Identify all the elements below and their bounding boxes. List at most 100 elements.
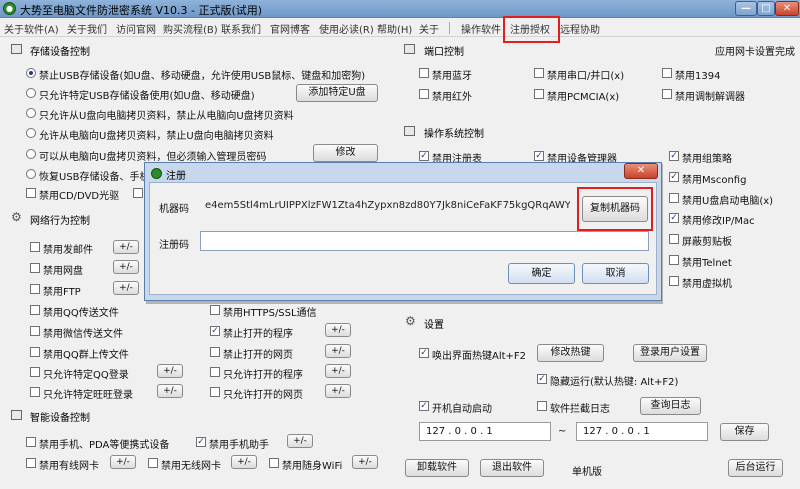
menu-about[interactable]: 关于: [419, 21, 439, 36]
autostart-checkbox[interactable]: ✓: [419, 401, 429, 411]
net-label-qq-group: 禁用QQ群上传文件: [43, 350, 129, 361]
storage-radio-restore[interactable]: [26, 169, 36, 179]
background-run-button[interactable]: 后台运行: [728, 459, 783, 477]
cd-dvd-checkbox[interactable]: [26, 188, 36, 198]
net-pm-email[interactable]: +/-: [113, 240, 139, 254]
machine-code-label: 机器码: [159, 204, 189, 215]
modify-hotkey-button[interactable]: 修改热键: [537, 344, 604, 362]
menu-operate[interactable]: 操作软件: [461, 21, 501, 36]
storage-extra-checkbox[interactable]: [133, 188, 143, 198]
os-checkbox-device-manager[interactable]: ✓: [534, 151, 544, 161]
port-checkbox-modem[interactable]: [662, 89, 672, 99]
hotkey-label: 唤出界面热键Alt+F2: [432, 351, 527, 362]
menu-purchase[interactable]: 购买流程(B): [163, 21, 218, 36]
os-checkbox-clipboard[interactable]: [669, 234, 679, 244]
machine-code-field[interactable]: e4em5Stl4mLrUIPPXlzFW1Zta4hZypxn8zd80Y7J…: [200, 195, 570, 216]
ip-range-end-input[interactable]: 127 . 0 . 0 . 1: [576, 422, 708, 441]
smart-checkbox-portable[interactable]: [26, 437, 36, 447]
menu-about-us[interactable]: 关于我们: [67, 21, 107, 36]
menu-help[interactable]: 帮助(H): [377, 21, 412, 36]
net-pm-netdisk[interactable]: +/-: [113, 260, 139, 274]
net-label-email: 禁用发邮件: [43, 245, 93, 256]
net-checkbox-wangwang[interactable]: [30, 387, 40, 397]
os-checkbox-telnet[interactable]: [669, 255, 679, 265]
storage-radio-disable-usb[interactable]: [26, 68, 36, 78]
edition-label: 单机版: [572, 467, 602, 478]
menu-remote-assist[interactable]: 远程协助: [560, 21, 600, 36]
uninstall-button[interactable]: 卸载软件: [405, 459, 469, 477]
storage-radio-password[interactable]: [26, 149, 36, 159]
net-checkbox-allow-program[interactable]: [210, 367, 220, 377]
os-checkbox-msconfig[interactable]: ✓: [669, 172, 679, 182]
net-pm-block-program[interactable]: +/-: [325, 323, 351, 337]
port-checkbox-pcmcia[interactable]: [534, 89, 544, 99]
register-menu-highlight: [503, 16, 560, 43]
exit-button[interactable]: 退出软件: [480, 459, 544, 477]
hide-run-checkbox[interactable]: ✓: [537, 374, 547, 384]
menu-blog[interactable]: 官网博客: [270, 21, 310, 36]
storage-radio-allow-specific[interactable]: [26, 88, 36, 98]
intercept-log-checkbox[interactable]: [537, 401, 547, 411]
add-specific-udisk-button[interactable]: 添加特定U盘: [296, 84, 378, 102]
net-pm-wangwang[interactable]: +/-: [157, 384, 183, 398]
net-label-block-web: 禁止打开的网页: [223, 350, 293, 361]
net-pm-block-web[interactable]: +/-: [325, 344, 351, 358]
port-checkbox-1394[interactable]: [662, 68, 672, 78]
net-pm-ftp[interactable]: +/-: [113, 281, 139, 295]
net-checkbox-qq-group[interactable]: [30, 347, 40, 357]
hotkey-checkbox[interactable]: ✓: [419, 348, 429, 358]
save-button[interactable]: 保存: [720, 423, 769, 441]
maximize-button[interactable]: □: [757, 1, 775, 16]
menu-official-site[interactable]: 访问官网: [116, 21, 156, 36]
smart-checkbox-phone-assistant[interactable]: ✓: [196, 437, 206, 447]
smart-pm-portable-wifi[interactable]: +/-: [352, 455, 378, 469]
ip-range-start-input[interactable]: 127 . 0 . 0 . 1: [419, 422, 551, 441]
menu-about-software[interactable]: 关于软件(A): [4, 21, 59, 36]
net-checkbox-email[interactable]: [30, 242, 40, 252]
dialog-close-button[interactable]: ✕: [624, 163, 658, 179]
smart-checkbox-portable-wifi[interactable]: [269, 458, 279, 468]
port-checkbox-serial[interactable]: [534, 68, 544, 78]
os-checkbox-group-policy[interactable]: ✓: [669, 151, 679, 161]
net-label-allow-program: 只允许打开的程序: [223, 370, 303, 381]
login-user-settings-button[interactable]: 登录用户设置: [633, 344, 707, 362]
storage-radio-pc-to-udisk[interactable]: [26, 128, 36, 138]
close-button[interactable]: ✕: [775, 1, 799, 16]
reg-code-input[interactable]: [200, 231, 649, 251]
smart-pm-wireless-nic[interactable]: +/-: [231, 455, 257, 469]
smart-checkbox-wired-nic[interactable]: [26, 458, 36, 468]
smart-checkbox-wireless-nic[interactable]: [148, 458, 158, 468]
net-pm-allow-program[interactable]: +/-: [325, 364, 351, 378]
smart-pm-wired-nic[interactable]: +/-: [110, 455, 136, 469]
app-icon: ●: [3, 2, 16, 15]
net-checkbox-netdisk[interactable]: [30, 263, 40, 273]
port-checkbox-infrared[interactable]: [419, 89, 429, 99]
port-checkbox-bluetooth[interactable]: [419, 68, 429, 78]
net-checkbox-ftp[interactable]: [30, 284, 40, 294]
net-checkbox-wechat-file[interactable]: [30, 326, 40, 336]
net-checkbox-qq-file[interactable]: [30, 305, 40, 315]
storage-icon: [11, 44, 22, 54]
minimize-button[interactable]: —: [735, 1, 757, 16]
os-checkbox-vm[interactable]: [669, 276, 679, 286]
storage-radio-udisk-to-pc[interactable]: [26, 108, 36, 118]
os-checkbox-modify-ip[interactable]: ✓: [669, 213, 679, 223]
os-section-title: 操作系统控制: [424, 129, 484, 140]
dialog-ok-button[interactable]: 确定: [508, 263, 575, 284]
menu-contact-us[interactable]: 联系我们: [221, 21, 261, 36]
smart-pm-phone-assistant[interactable]: +/-: [287, 434, 313, 448]
net-checkbox-qq-login[interactable]: [30, 367, 40, 377]
net-pm-qq-login[interactable]: +/-: [157, 364, 183, 378]
smart-label-wired-nic: 禁用有线网卡: [39, 461, 99, 472]
net-pm-allow-web[interactable]: +/-: [325, 384, 351, 398]
view-log-button[interactable]: 查询日志: [640, 397, 701, 415]
net-checkbox-https[interactable]: [210, 305, 220, 315]
net-checkbox-block-program[interactable]: ✓: [210, 326, 220, 336]
net-checkbox-allow-web[interactable]: [210, 387, 220, 397]
os-checkbox-usb-boot[interactable]: [669, 193, 679, 203]
os-checkbox-registry[interactable]: ✓: [419, 151, 429, 161]
modify-password-button[interactable]: 修改: [313, 144, 378, 162]
menu-must-read[interactable]: 使用必读(R): [319, 21, 374, 36]
dialog-cancel-button[interactable]: 取消: [582, 263, 649, 284]
net-checkbox-block-web[interactable]: [210, 347, 220, 357]
